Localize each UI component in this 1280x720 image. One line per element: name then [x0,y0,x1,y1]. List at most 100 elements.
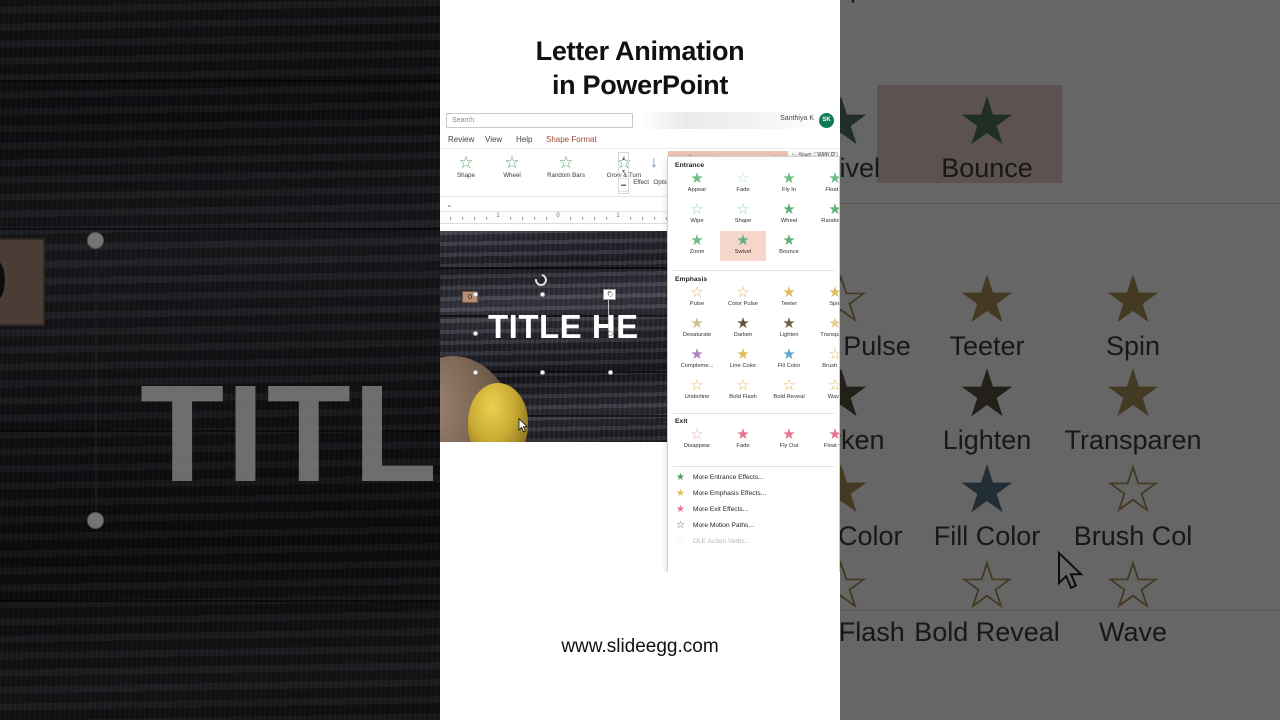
effect-line-color[interactable]: ★ Line Color [720,346,766,370]
ribbon-effect-random-bars[interactable]: ☆ Random Bars [538,153,594,179]
star-icon: ☆ [736,377,750,394]
effect-darken[interactable]: ★ Darken [720,315,766,339]
effect-disappear[interactable]: ☆ Disappear [674,426,720,450]
effect-label: Float Ou [823,443,839,449]
star-icon: ☆ [690,426,704,443]
effect-brush-color[interactable]: ☆Brush Col [812,347,839,370]
selection-handle[interactable] [540,292,545,297]
selection-handle[interactable] [473,292,478,297]
effect-label: Bold Reveal [773,394,805,400]
menu-more-entrance-effects[interactable]: ★ More Entrance Effects... [668,470,839,486]
selection-handle[interactable] [473,331,478,336]
effect-label: Wheel [780,218,798,224]
avatar[interactable]: SK [819,113,834,128]
effect-fade[interactable]: ☆ Fade [720,171,766,194]
effect-lighten[interactable]: ★ Lighten [766,316,812,339]
gallery-scroll-up[interactable]: ▲ [619,153,628,166]
gallery-scroll-down[interactable]: ▼ [619,166,628,179]
star-icon: ☆ [504,153,520,172]
left-zoom-slide-image: TITL 0 [0,0,440,720]
effect-bold-flash[interactable]: ☆ Bold Flash [720,377,766,401]
effect-float-out[interactable]: ★Float Ou [812,427,839,450]
effect-wheel[interactable]: ★ Wheel [766,201,812,225]
star-icon: ☆ [690,201,704,218]
effect-label: Swivel [734,249,752,255]
collapse-ribbon-icon[interactable]: ⌄ [446,200,453,209]
tab-shape-format[interactable]: Shape Format [546,135,597,144]
menu-more-emphasis-effects[interactable]: ★ More Emphasis Effects... [668,486,839,502]
effect-underline[interactable]: ☆ Underline [674,378,720,401]
star-icon: ★ [690,315,704,332]
effect-float-in[interactable]: ★Float In [812,171,839,194]
effect-fill-color[interactable]: ★ Fill Color [766,347,812,370]
selection-handle[interactable] [540,370,545,375]
menu-more-exit-effects[interactable]: ★ More Exit Effects... [668,502,839,518]
star-icon: ★ [736,315,750,332]
effect-appear[interactable]: ★ Appear [674,171,720,194]
effect-teeter[interactable]: ★ Teeter [766,285,812,308]
effect-label: Zoom [689,249,705,255]
account-name[interactable]: Santhiya K [780,115,814,122]
slide-title-textbox[interactable]: TITLE HE [488,308,639,346]
effect-label: Desaturate [682,332,712,338]
star-icon: ★ [957,84,1017,158]
effect-zoom[interactable]: ★ Zoom [674,233,720,256]
effect-desaturate[interactable]: ★ Desaturate [674,315,720,339]
effect-label: Float In [825,187,839,193]
star-icon: ☆ [1103,452,1163,526]
selection-handle[interactable] [608,292,613,297]
add-animation-dropdown[interactable]: Entrance ★Appear ☆Fade ★Fly In ★Float In… [667,156,840,572]
selection-handle[interactable] [473,370,478,375]
selection-handle[interactable] [608,331,613,336]
star-icon: ★ [676,472,685,483]
effect-color-pulse[interactable]: ☆ Color Pulse [720,285,766,308]
effect-label: Bold Flash [729,394,757,400]
right-zoom-backdrop: ☆ Shape ★ Wheel ★ Random B ★ Swivel ★ Bo… [840,0,1280,720]
star-icon: ★ [782,232,796,249]
effect-label: Underline [684,394,710,400]
ribbon-effect-wheel[interactable]: ☆ Wheel [492,153,532,179]
star-icon: ★ [736,346,750,363]
effect-label: Disappear [683,443,711,449]
video-title-line2: in PowerPoint [551,70,729,100]
ribbon-effect-shape[interactable]: ☆ Shape [446,153,486,179]
effect-wave[interactable]: ☆Wave [812,378,840,401]
effect-complementary[interactable]: ★ Compleme... [674,347,720,370]
effect-transparency[interactable]: ★Transparen [812,316,839,339]
ruler-label: 1 [496,213,500,219]
effect-fly-in[interactable]: ★ Fly In [766,171,812,194]
effect-label: Teeter [780,301,798,307]
right-zoom-label: Bounce [941,153,1033,183]
effect-label: Fade [736,443,750,449]
mouse-cursor-icon [1057,550,1085,596]
effect-label: Darken [733,332,753,338]
effect-label: Shape [734,218,752,224]
star-icon: ★ [1103,356,1163,430]
effect-fly-out[interactable]: ★ Fly Out [766,427,812,450]
effect-bold-reveal[interactable]: ☆ Bold Reveal [766,378,812,401]
selection-handle[interactable] [608,370,613,375]
gallery-scrollbar[interactable]: ▲ ▼ ▬ [618,152,629,194]
effect-swivel[interactable]: ★ Swivel [720,231,766,261]
effect-label: Wave [827,394,840,400]
effect-bounce[interactable]: ★ Bounce [766,232,812,256]
effect-label: Pulse [689,301,705,307]
effect-fade-out[interactable]: ★ Fade [720,426,766,450]
tab-view[interactable]: View [485,135,502,144]
effect-shape[interactable]: ☆ Shape [720,202,766,225]
tab-help[interactable]: Help [516,135,532,144]
star-icon: ★ [736,426,750,443]
effect-random-bars[interactable]: ★Random B [812,202,839,225]
effect-wipe[interactable]: ☆ Wipe [674,201,720,225]
dropdown-menu-items: ★ More Entrance Effects... ★ More Emphasis… [668,470,839,550]
star-icon: ★ [782,201,796,218]
star-icon: ★ [812,427,839,443]
effect-spin[interactable]: ★Spin [812,285,839,308]
star-icon: ★ [736,232,750,249]
gallery-scroll-more[interactable]: ▬ [619,179,628,192]
effect-pulse[interactable]: ☆ Pulse [674,285,720,308]
menu-more-motion-paths[interactable]: ☆ More Motion Paths... [668,518,839,534]
tab-review[interactable]: Review [448,135,474,144]
search-input[interactable]: Search [446,113,633,128]
effect-label: Wipe [690,218,704,224]
